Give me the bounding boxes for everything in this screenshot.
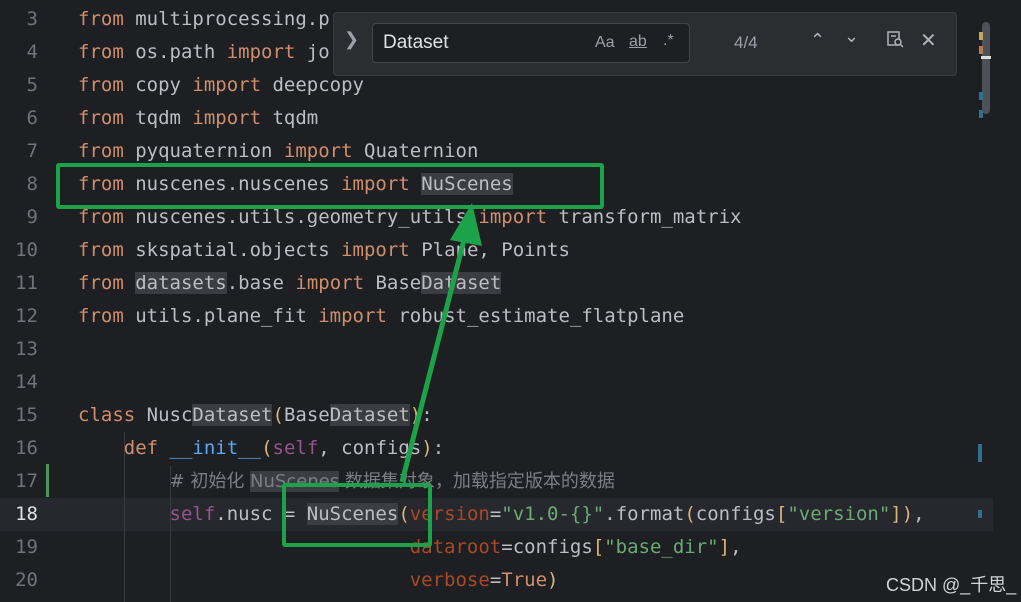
watermark: CSDN @_千思_ <box>886 575 1017 595</box>
annotation-arrow <box>399 203 482 483</box>
